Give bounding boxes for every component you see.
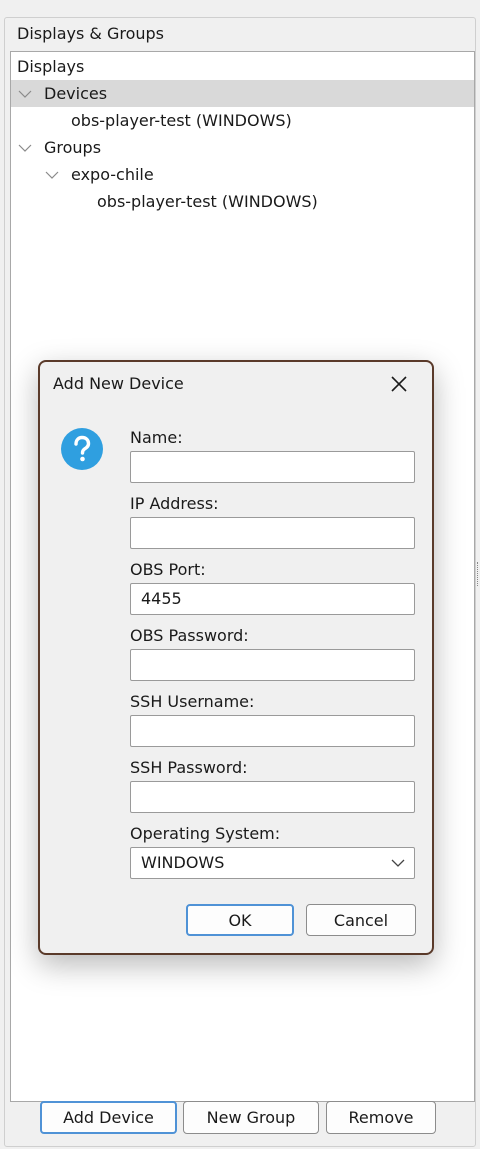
os-select-value: WINDOWS bbox=[141, 853, 225, 872]
os-select[interactable]: WINDOWS bbox=[130, 847, 415, 879]
devices-label: Devices bbox=[44, 84, 108, 103]
chevron-down-icon[interactable] bbox=[17, 140, 33, 156]
groups-label: Groups bbox=[44, 138, 102, 157]
group-device-label: obs-player-test (WINDOWS) bbox=[97, 192, 318, 211]
panel-title: Displays & Groups bbox=[15, 24, 167, 44]
tree-item-devices[interactable]: Devices bbox=[11, 80, 474, 107]
ssh-username-field[interactable] bbox=[130, 715, 415, 747]
ok-button[interactable]: OK bbox=[186, 904, 294, 936]
chevron-down-icon[interactable] bbox=[17, 86, 33, 102]
cancel-button[interactable]: Cancel bbox=[306, 904, 416, 936]
question-icon bbox=[61, 428, 103, 470]
obs-port-field[interactable]: 4455 bbox=[130, 583, 415, 615]
add-device-button[interactable]: Add Device bbox=[40, 1101, 177, 1134]
os-label: Operating System: bbox=[130, 824, 281, 843]
ssh-username-label: SSH Username: bbox=[130, 692, 255, 711]
ssh-password-label: SSH Password: bbox=[130, 758, 248, 777]
tree-item-groups[interactable]: Groups bbox=[11, 134, 474, 161]
add-device-dialog: Add New Device Name: IP Address: OBS Por… bbox=[38, 360, 434, 955]
remove-button[interactable]: Remove bbox=[326, 1101, 436, 1134]
name-label: Name: bbox=[130, 428, 183, 447]
tree-item-group-expo-chile[interactable]: expo-chile bbox=[11, 161, 474, 188]
name-field[interactable] bbox=[130, 451, 415, 483]
tree-root-displays[interactable]: Displays bbox=[11, 53, 474, 80]
group-name-label: expo-chile bbox=[71, 165, 154, 184]
ip-address-field[interactable] bbox=[130, 517, 415, 549]
obs-password-field[interactable] bbox=[130, 649, 415, 681]
tree-root-label: Displays bbox=[17, 57, 85, 76]
close-icon[interactable] bbox=[387, 372, 411, 396]
ssh-password-field[interactable] bbox=[130, 781, 415, 813]
dialog-title: Add New Device bbox=[53, 374, 184, 393]
new-group-button[interactable]: New Group bbox=[183, 1101, 319, 1134]
chevron-down-icon bbox=[391, 859, 405, 867]
tree-item-device[interactable]: obs-player-test (WINDOWS) bbox=[11, 107, 474, 134]
ip-address-label: IP Address: bbox=[130, 494, 219, 513]
device-item-label: obs-player-test (WINDOWS) bbox=[71, 111, 292, 130]
tree-item-group-device[interactable]: obs-player-test (WINDOWS) bbox=[11, 188, 474, 215]
obs-password-label: OBS Password: bbox=[130, 626, 249, 645]
obs-port-label: OBS Port: bbox=[130, 560, 206, 579]
chevron-down-icon[interactable] bbox=[44, 167, 60, 183]
